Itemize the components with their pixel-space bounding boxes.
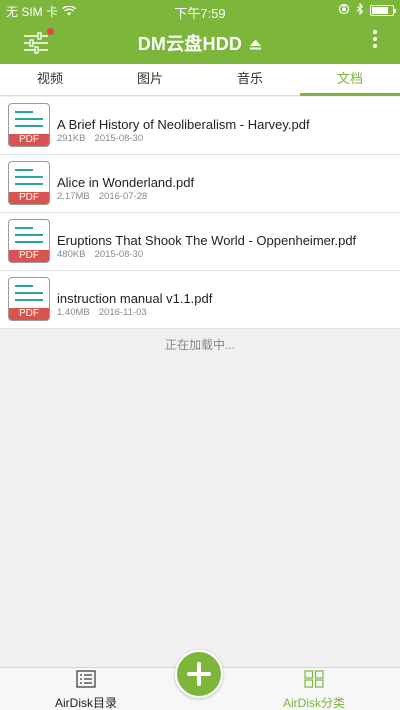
pdf-file-icon: PDF <box>8 219 50 263</box>
bluetooth-icon <box>356 2 364 18</box>
pdf-label: PDF <box>9 134 49 146</box>
file-size: 2.17MB <box>57 191 90 202</box>
tab-airdisk-directory[interactable]: AirDisk目录 <box>31 670 141 710</box>
file-date: 2015-08-30 <box>94 133 144 144</box>
pdf-file-icon: PDF <box>8 161 50 205</box>
pdf-file-icon: PDF <box>8 277 50 321</box>
grid-icon <box>304 670 324 691</box>
file-date: 2015-08-30 <box>94 249 144 260</box>
battery-level <box>372 7 388 14</box>
eject-icon[interactable] <box>249 35 262 56</box>
page-title-text: DM云盘HDD <box>137 34 243 54</box>
loading-indicator: 正在加载中... <box>164 338 235 352</box>
file-name: A Brief History of Neoliberalism - Harve… <box>57 117 310 132</box>
file-date: 2016-11-03 <box>98 307 147 318</box>
pdf-file-icon: PDF <box>8 103 50 147</box>
file-size: 291KB <box>57 133 86 144</box>
list-item[interactable]: PDF A Brief History of Neoliberalism - H… <box>0 97 400 155</box>
file-date: 2016-07-28 <box>98 191 148 202</box>
orientation-lock-icon <box>338 3 350 18</box>
file-meta: 291KB 2015-08-30 <box>57 133 143 144</box>
list-item[interactable]: PDF Alice in Wonderland.pdf 2.17MB 2016-0… <box>0 155 400 213</box>
list-icon <box>76 670 96 691</box>
file-size: 480KB <box>57 249 86 260</box>
tab-documents[interactable]: 文档 <box>300 64 400 96</box>
tab-images[interactable]: 图片 <box>100 64 200 95</box>
file-list: PDF A Brief History of Neoliberalism - H… <box>0 97 400 329</box>
file-size: 1.40MB <box>57 307 90 318</box>
file-name: instruction manual v1.1.pdf <box>57 291 213 306</box>
file-meta: 1.40MB 2016-11-03 <box>57 307 147 318</box>
pdf-label: PDF <box>9 250 49 262</box>
file-name: Eruptions That Shook The World - Oppenhe… <box>57 233 357 248</box>
tab-airdisk-category-label: AirDisk分类 <box>283 696 345 710</box>
tab-music[interactable]: 音乐 <box>200 64 300 95</box>
tab-airdisk-directory-label: AirDisk目录 <box>55 696 117 710</box>
list-item[interactable]: PDF instruction manual v1.1.pdf 1.40MB 20… <box>0 271 400 329</box>
pdf-label: PDF <box>9 192 49 204</box>
nav-bar: DM云盘HDD <box>0 20 400 64</box>
file-meta: 2.17MB 2016-07-28 <box>57 191 147 202</box>
page-title: DM云盘HDD <box>0 30 400 56</box>
tab-video[interactable]: 视频 <box>0 64 100 95</box>
list-item[interactable]: PDF Eruptions That Shook The World - Opp… <box>0 213 400 271</box>
plus-icon[interactable] <box>175 650 223 698</box>
file-name: Alice in Wonderland.pdf <box>57 175 195 190</box>
more-vertical-icon[interactable] <box>370 30 380 54</box>
category-tabs: 视频 图片 音乐 文档 <box>0 64 400 96</box>
tab-airdisk-category[interactable]: AirDisk分类 <box>259 670 369 710</box>
battery-icon <box>370 5 396 16</box>
app-header: 无 SIM 卡 下午7:59 DM云盘HDD <box>0 0 400 64</box>
status-bar: 无 SIM 卡 下午7:59 <box>0 0 400 21</box>
pdf-label: PDF <box>9 308 49 320</box>
file-meta: 480KB 2015-08-30 <box>57 249 143 260</box>
